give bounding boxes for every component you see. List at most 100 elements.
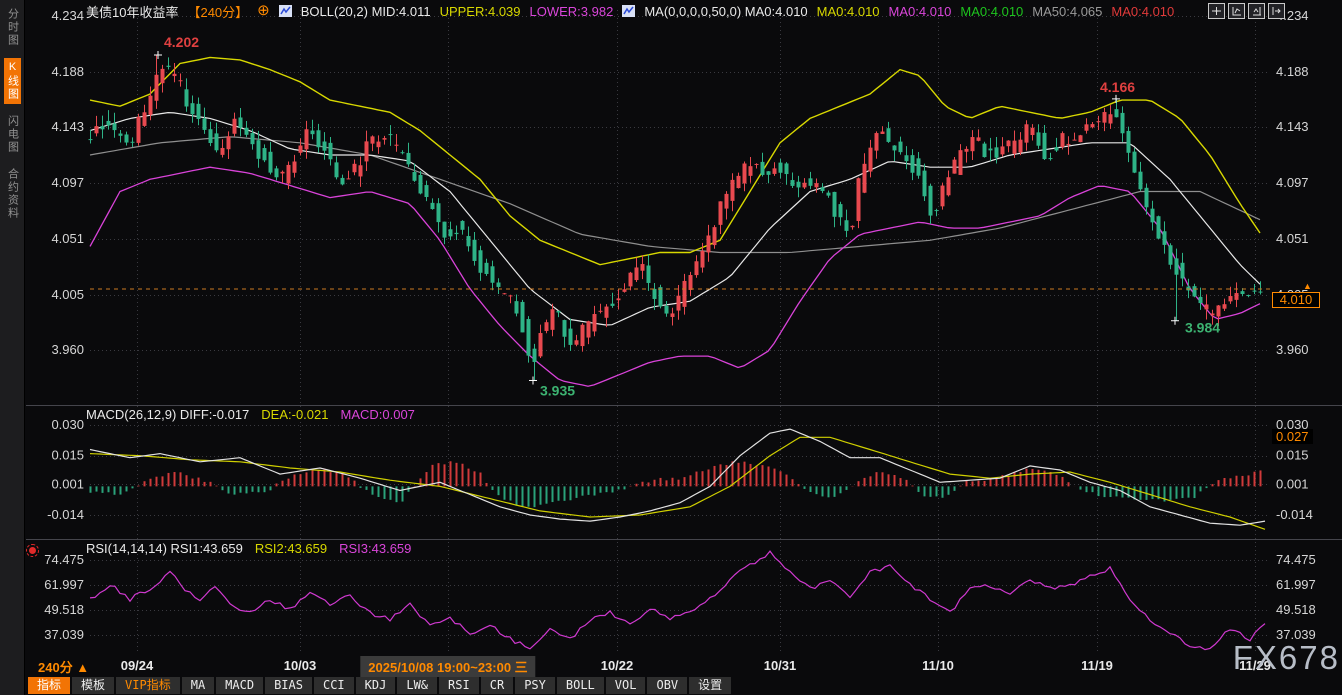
timeframe-marker[interactable]: 240分 ▲ xyxy=(38,657,89,676)
indicator-chart-icon[interactable] xyxy=(279,5,292,17)
x-axis-label-date-1110: 11/10 xyxy=(922,658,954,673)
header-field: RSI2:43.659 xyxy=(255,541,327,556)
candles xyxy=(89,55,1263,380)
toolbar-item-macd[interactable]: MACD xyxy=(216,677,263,694)
svg-text:3.960: 3.960 xyxy=(51,342,84,357)
svg-text:-0.014: -0.014 xyxy=(47,507,84,522)
macd-value-badge: 0.027 xyxy=(1272,429,1313,444)
svg-text:0.001: 0.001 xyxy=(1276,476,1309,491)
toolbar-item-bias[interactable]: BIAS xyxy=(265,677,312,694)
svg-text:0.030: 0.030 xyxy=(51,417,84,432)
grid xyxy=(90,10,1270,653)
sidebar-tab-kline-chart[interactable]: K线图 xyxy=(4,58,21,104)
svg-text:4.051: 4.051 xyxy=(51,231,84,246)
indicator-chart-icon[interactable] xyxy=(622,5,635,17)
svg-text:37.039: 37.039 xyxy=(44,627,84,642)
toolbar-item-ma[interactable]: MA xyxy=(182,677,214,694)
toolbar-item-rsi[interactable]: RSI xyxy=(439,677,479,694)
current-price-badge: 4.010 xyxy=(1272,292,1320,308)
x-axis-label-date-1008-session: 2025/10/08 19:00~23:00 三 xyxy=(360,656,535,677)
svg-text:4.234: 4.234 xyxy=(51,8,84,23)
header-field: MACD:0.007 xyxy=(340,407,414,422)
toolbar-item-obv[interactable]: OBV xyxy=(647,677,687,694)
header-field: LOWER:3.982 xyxy=(530,4,614,19)
svg-text:0.001: 0.001 xyxy=(51,476,84,491)
sidebar-tab-contract-info[interactable]: 合约资料 xyxy=(4,165,21,223)
x-axis-label-date-0924: 09/24 xyxy=(121,658,154,673)
x-axis-label-date-1003: 10/03 xyxy=(284,658,317,673)
macd-header: MACD(26,12,9) DIFF:-0.017 DEA:-0.021 MACD:… xyxy=(86,407,415,422)
svg-text:74.475: 74.475 xyxy=(1276,552,1316,567)
header-field: RSI(14,14,14) RSI1:43.659 xyxy=(86,541,243,556)
toolbar-item-settings[interactable]: 设置 xyxy=(689,677,731,694)
x-axis-label-date-1119: 11/19 xyxy=(1081,658,1113,673)
shift-right-button[interactable] xyxy=(1268,3,1285,19)
svg-text:4.202: 4.202 xyxy=(164,34,199,50)
header-field: MA0:4.010 xyxy=(889,4,952,19)
chart-window-buttons xyxy=(1208,3,1285,19)
pan-tool-button[interactable] xyxy=(1208,3,1225,19)
toolbar-item-cr[interactable]: CR xyxy=(481,677,513,694)
header-field: 【240分】 xyxy=(187,2,248,21)
header-field: DEA:-0.021 xyxy=(261,407,328,422)
watermark: FX678 xyxy=(1233,639,1340,677)
svg-text:4.097: 4.097 xyxy=(51,175,84,190)
svg-text:4.143: 4.143 xyxy=(1276,119,1309,134)
header-field: MA50:4.065 xyxy=(1032,4,1102,19)
header-field: BOLL(20,2) MID:4.011 xyxy=(301,4,431,19)
chart-header: 美债10年收益率【240分】 ⊕ BOLL(20,2) MID:4.011 UPPER… xyxy=(86,3,1174,19)
x-axis-label-date-1022: 10/22 xyxy=(601,658,634,673)
header-field: MA0:4.010 xyxy=(1111,4,1174,19)
toolbar-item-psy[interactable]: PSY xyxy=(515,677,555,694)
svg-text:49.518: 49.518 xyxy=(44,602,84,617)
time-axis: 240分 ▲ 09/24 10/03 2025/10/08 19:00~23:00 … xyxy=(26,655,1342,676)
alert-record-icon xyxy=(29,547,36,554)
header-field: 美债10年收益率 xyxy=(86,2,178,21)
rsi-line xyxy=(90,551,1265,650)
toolbar-item-lw[interactable]: LW& xyxy=(397,677,437,694)
price-up-arrow-icon: ▲ xyxy=(1303,281,1312,291)
header-field: MA(0,0,0,0,50,0) MA0:4.010 xyxy=(644,4,807,19)
svg-text:4.188: 4.188 xyxy=(1276,64,1309,79)
svg-text:0.015: 0.015 xyxy=(1276,448,1309,463)
header-field: RSI3:43.659 xyxy=(339,541,411,556)
svg-text:61.997: 61.997 xyxy=(1276,577,1316,592)
header-field: MACD(26,12,9) DIFF:-0.017 xyxy=(86,407,249,422)
sidebar-tab-time-share-chart[interactable]: 分时图 xyxy=(4,5,21,50)
svg-text:4.051: 4.051 xyxy=(1276,231,1309,246)
svg-text:3.960: 3.960 xyxy=(1276,342,1309,357)
x-axis-label-date-1031: 10/31 xyxy=(764,658,797,673)
svg-text:3.935: 3.935 xyxy=(540,382,575,398)
svg-text:3.984: 3.984 xyxy=(1185,320,1220,336)
header-field: UPPER:4.039 xyxy=(440,4,521,19)
toolbar-item-kdj[interactable]: KDJ xyxy=(356,677,396,694)
toolbar-item-template[interactable]: 模板 xyxy=(72,677,114,694)
fit-left-axis-button[interactable] xyxy=(1228,3,1245,19)
rsi-header: RSI(14,14,14) RSI1:43.659 RSI2:43.659 RSI3… xyxy=(86,541,411,556)
toolbar-item-boll[interactable]: BOLL xyxy=(557,677,604,694)
toolbar-item-indicator[interactable]: 指标 xyxy=(28,677,70,694)
link-plus-icon[interactable]: ⊕ xyxy=(257,4,270,18)
toolbar-item-cci[interactable]: CCI xyxy=(314,677,354,694)
bollinger-bands xyxy=(90,57,1260,386)
macd-lines xyxy=(90,429,1265,529)
chart-area: 4.2024.1663.9353.9844.2344.2344.1884.188… xyxy=(26,0,1342,695)
indicator-toolbar: 指标模板VIP指标MAMACDBIASCCIKDJLW&RSICRPSYBOLL… xyxy=(28,677,731,694)
svg-text:61.997: 61.997 xyxy=(44,577,84,592)
toolbar-item-vol[interactable]: VOL xyxy=(606,677,646,694)
svg-text:49.518: 49.518 xyxy=(1276,602,1316,617)
svg-text:4.143: 4.143 xyxy=(51,119,84,134)
svg-text:4.188: 4.188 xyxy=(51,64,84,79)
svg-text:4.166: 4.166 xyxy=(1100,79,1135,95)
svg-text:74.475: 74.475 xyxy=(44,552,84,567)
header-field: MA0:4.010 xyxy=(960,4,1023,19)
svg-text:4.005: 4.005 xyxy=(51,287,84,302)
sidebar-tab-lightning-chart[interactable]: 闪电图 xyxy=(4,112,21,157)
sidebar: 分时图 K线图闪电图合约资料 xyxy=(0,0,25,695)
price-annotations: 4.202 4.166 3.935 3.984 xyxy=(154,34,1220,398)
header-field: MA0:4.010 xyxy=(817,4,880,19)
svg-text:4.097: 4.097 xyxy=(1276,175,1309,190)
toolbar-item-vip-indicator[interactable]: VIP指标 xyxy=(116,677,180,694)
svg-text:-0.014: -0.014 xyxy=(1276,507,1313,522)
fit-right-axis-button[interactable] xyxy=(1248,3,1265,19)
